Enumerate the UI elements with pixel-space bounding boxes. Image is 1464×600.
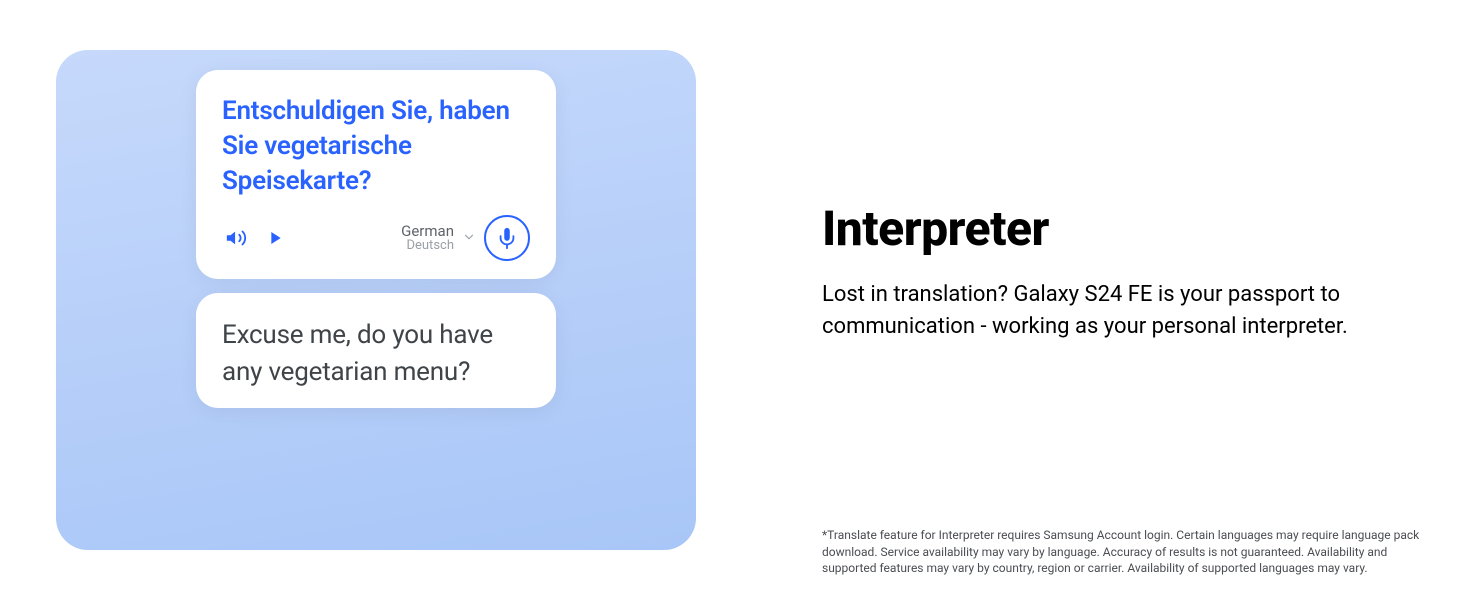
- interpreter-mock: Entschuldigen Sie, haben Sie vegetarisch…: [56, 50, 696, 550]
- target-language-text: Excuse me, do you have any vegetarian me…: [222, 317, 530, 390]
- disclaimer-text: *Translate feature for Interpreter requi…: [822, 527, 1424, 576]
- page-description: Lost in translation? Galaxy S24 FE is yo…: [822, 279, 1422, 343]
- microphone-button[interactable]: [484, 215, 530, 261]
- language-secondary-label: Deutsch: [401, 239, 454, 253]
- source-card: Entschuldigen Sie, haben Sie vegetarisch…: [196, 70, 556, 279]
- play-icon[interactable]: [262, 224, 290, 252]
- source-language-text: Entschuldigen Sie, haben Sie vegetarisch…: [222, 94, 530, 199]
- playback-controls: [222, 224, 290, 252]
- source-card-controls: German Deutsch: [222, 215, 530, 261]
- language-primary-label: German: [401, 223, 454, 240]
- speaker-icon[interactable]: [222, 224, 250, 252]
- language-select-group: German Deutsch: [401, 215, 530, 261]
- chevron-down-icon[interactable]: [462, 229, 476, 248]
- content-panel: Interpreter Lost in translation? Galaxy …: [752, 0, 1464, 600]
- illustration-panel: Entschuldigen Sie, haben Sie vegetarisch…: [0, 0, 752, 600]
- language-selector[interactable]: German Deutsch: [401, 223, 454, 254]
- page-title: Interpreter: [822, 200, 1424, 257]
- target-card: Excuse me, do you have any vegetarian me…: [196, 293, 556, 408]
